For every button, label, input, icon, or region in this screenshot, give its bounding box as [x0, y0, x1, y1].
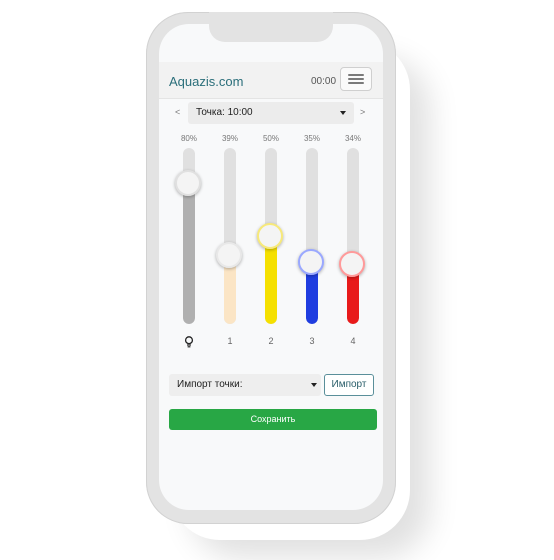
import-row: Импорт точки: Импорт — [169, 374, 377, 398]
slider-channel-label: 4 — [350, 336, 356, 346]
brand-link[interactable]: Aquazis.com — [169, 74, 243, 89]
chevron-down-icon — [311, 383, 317, 387]
import-point-select[interactable]: Импорт точки: — [169, 374, 321, 396]
slider-track[interactable] — [224, 148, 236, 324]
slider-channel-label: 3 — [309, 336, 315, 346]
navbar: Aquazis.com 00:00 — [159, 62, 383, 99]
slider-thumb[interactable] — [298, 249, 324, 275]
point-selector-row: < Точка: 10:00 > — [159, 102, 383, 124]
slider-track[interactable] — [306, 148, 318, 324]
slider-channel-label: 2 — [268, 336, 274, 346]
slider-percent: 35% — [303, 134, 320, 143]
slider-thumb[interactable] — [257, 223, 283, 249]
slider-thumb[interactable] — [175, 170, 201, 196]
chevron-down-icon — [340, 111, 346, 115]
import-button[interactable]: Импорт — [324, 374, 374, 396]
slider-channel-4[interactable]: 34% 4 — [339, 134, 365, 349]
point-select-value: Точка: 10:00 — [196, 107, 253, 118]
slider-fill — [265, 236, 277, 324]
phone-screen: Aquazis.com 00:00 < Точка: 10:00 > 80% 39… — [159, 24, 383, 510]
slider-channel-3[interactable]: 35% 3 — [298, 134, 324, 349]
slider-channel-2[interactable]: 50% 2 — [257, 134, 283, 349]
slider-percent: 80% — [180, 134, 197, 143]
prev-point-button[interactable]: < — [175, 107, 180, 117]
slider-channel-0[interactable]: 80% — [175, 134, 201, 349]
slider-thumb[interactable] — [339, 251, 365, 277]
point-select[interactable]: Точка: 10:00 — [188, 102, 354, 124]
next-point-button[interactable]: > — [360, 107, 365, 117]
clock-time: 00:00 — [311, 76, 337, 87]
lightbulb-icon — [184, 336, 194, 348]
menu-toggle-button[interactable] — [340, 67, 372, 91]
slider-percent: 50% — [262, 134, 279, 143]
phone-notch — [209, 12, 333, 42]
slider-channel-label: 1 — [227, 336, 233, 346]
slider-percent: 34% — [344, 134, 361, 143]
slider-percent: 39% — [221, 134, 238, 143]
save-button[interactable]: Сохранить — [169, 409, 377, 430]
slider-track[interactable] — [347, 148, 359, 324]
import-point-select-value: Импорт точки: — [177, 379, 243, 390]
slider-thumb[interactable] — [216, 242, 242, 268]
slider-fill — [183, 183, 195, 324]
hamburger-icon — [348, 74, 364, 76]
slider-channel-1[interactable]: 39% 1 — [216, 134, 242, 349]
